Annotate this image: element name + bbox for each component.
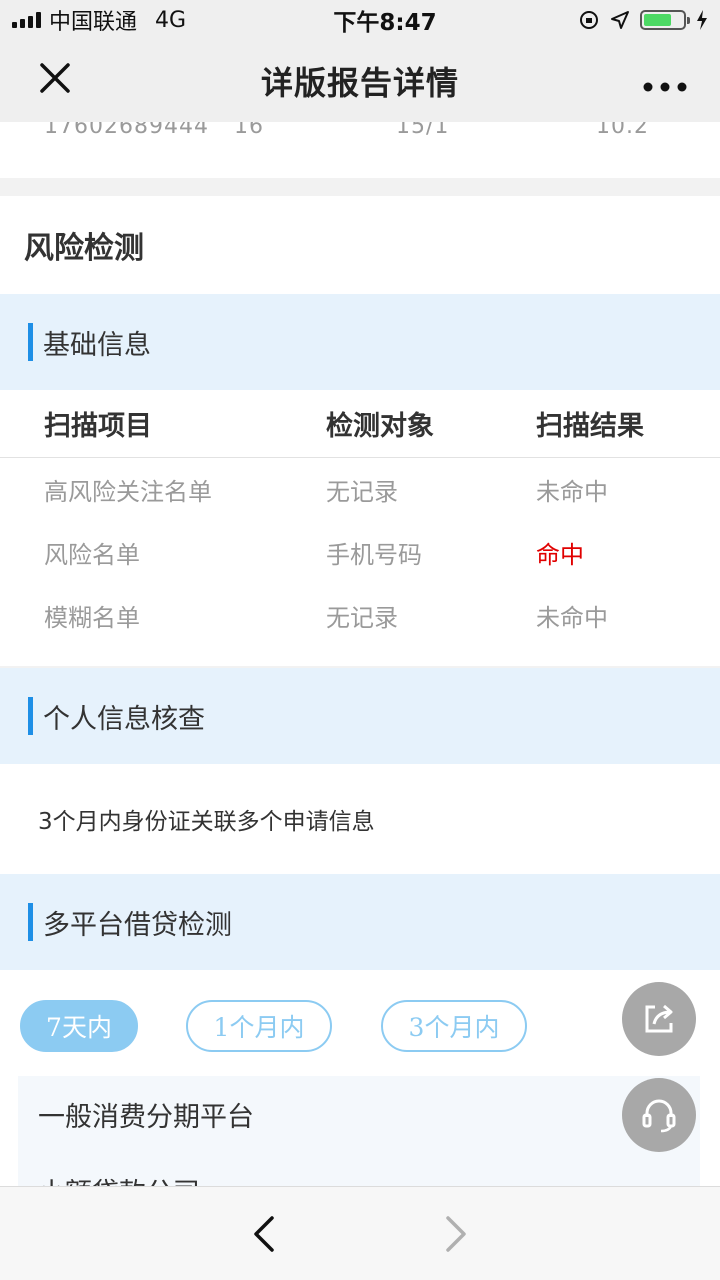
prev-col4: 10.2 [596,122,649,139]
personal-info-text: 3个月内身份证关联多个申请信息 [38,809,375,835]
prev-col2: 16 [234,122,264,139]
charging-icon [697,10,707,30]
personal-info-header: 个人信息核查 [0,668,720,764]
table-row: 风险名单 手机号码 命中 [0,521,720,584]
personal-info-card: 个人信息核查 3个月内身份证关联多个申请信息 [0,668,720,874]
row-item: 高风险关注名单 [44,478,212,506]
col-header-target: 检测对象 [326,411,434,442]
section-title: 个人信息核查 [43,703,205,735]
status-time: 下午8:47 [333,10,437,36]
col-header-result: 扫描结果 [536,411,644,442]
table-row: 高风险关注名单 无记录 未命中 [0,458,720,521]
close-icon[interactable] [39,62,71,94]
network-label: 4G [155,7,187,33]
accent-bar [28,323,33,361]
status-bar: 中国联通 4G 下午8:47 [0,0,720,40]
table-row: 模糊名单 无记录 未命中 [0,584,720,647]
col-header-item: 扫描项目 [44,411,152,442]
more-icon[interactable] [643,82,687,92]
list-item[interactable]: 一般消费分期平台 [18,1076,700,1152]
battery-icon [640,10,690,30]
signal-icon [12,12,41,28]
tab-7-days[interactable]: 7天内 [20,1000,138,1052]
back-arrow-icon[interactable] [245,1214,285,1254]
row-target: 无记录 [326,604,398,632]
share-icon[interactable] [641,1001,677,1037]
tab-3-months[interactable]: 3个月内 [381,1000,527,1052]
basic-info-header: 基础信息 [0,294,720,390]
prev-col3: 15/1 [396,122,450,139]
row-target: 无记录 [326,478,398,506]
tab-1-month[interactable]: 1个月内 [186,1000,332,1052]
prev-phone: 17602689444 [44,122,209,139]
location-icon [611,11,629,29]
risk-section-title: 风险检测 [0,196,720,294]
accent-bar [28,697,33,735]
section-title: 多平台借贷检测 [43,909,232,941]
section-title: 基础信息 [43,329,151,361]
page-title: 详版报告详情 [260,64,459,102]
basic-info-card: 基础信息 扫描项目 检测对象 扫描结果 高风险关注名单 无记录 未命中 风险名单… [0,294,720,666]
rotation-lock-icon [580,11,598,29]
row-result: 未命中 [536,604,608,632]
accent-bar [28,903,33,941]
customer-service-button[interactable] [622,1078,696,1152]
carrier-label: 中国联通 [49,10,138,35]
row-result: 未命中 [536,478,608,506]
close-button[interactable] [0,58,110,104]
row-item: 风险名单 [44,541,140,569]
bottom-nav-bar [0,1186,720,1280]
row-target: 手机号码 [326,541,422,569]
forward-arrow-icon[interactable] [435,1214,475,1254]
share-button[interactable] [622,982,696,1056]
table-header: 扫描项目 检测对象 扫描结果 [0,390,720,458]
headset-icon[interactable] [639,1095,679,1135]
row-item: 模糊名单 [44,604,140,632]
multi-platform-header: 多平台借贷检测 [0,874,720,970]
more-button[interactable] [610,62,720,100]
nav-bar: 详版报告详情 [0,40,720,122]
row-result-hit: 命中 [536,541,584,569]
previous-table-row: 17602689444 16 15/1 10.2 [0,122,720,178]
